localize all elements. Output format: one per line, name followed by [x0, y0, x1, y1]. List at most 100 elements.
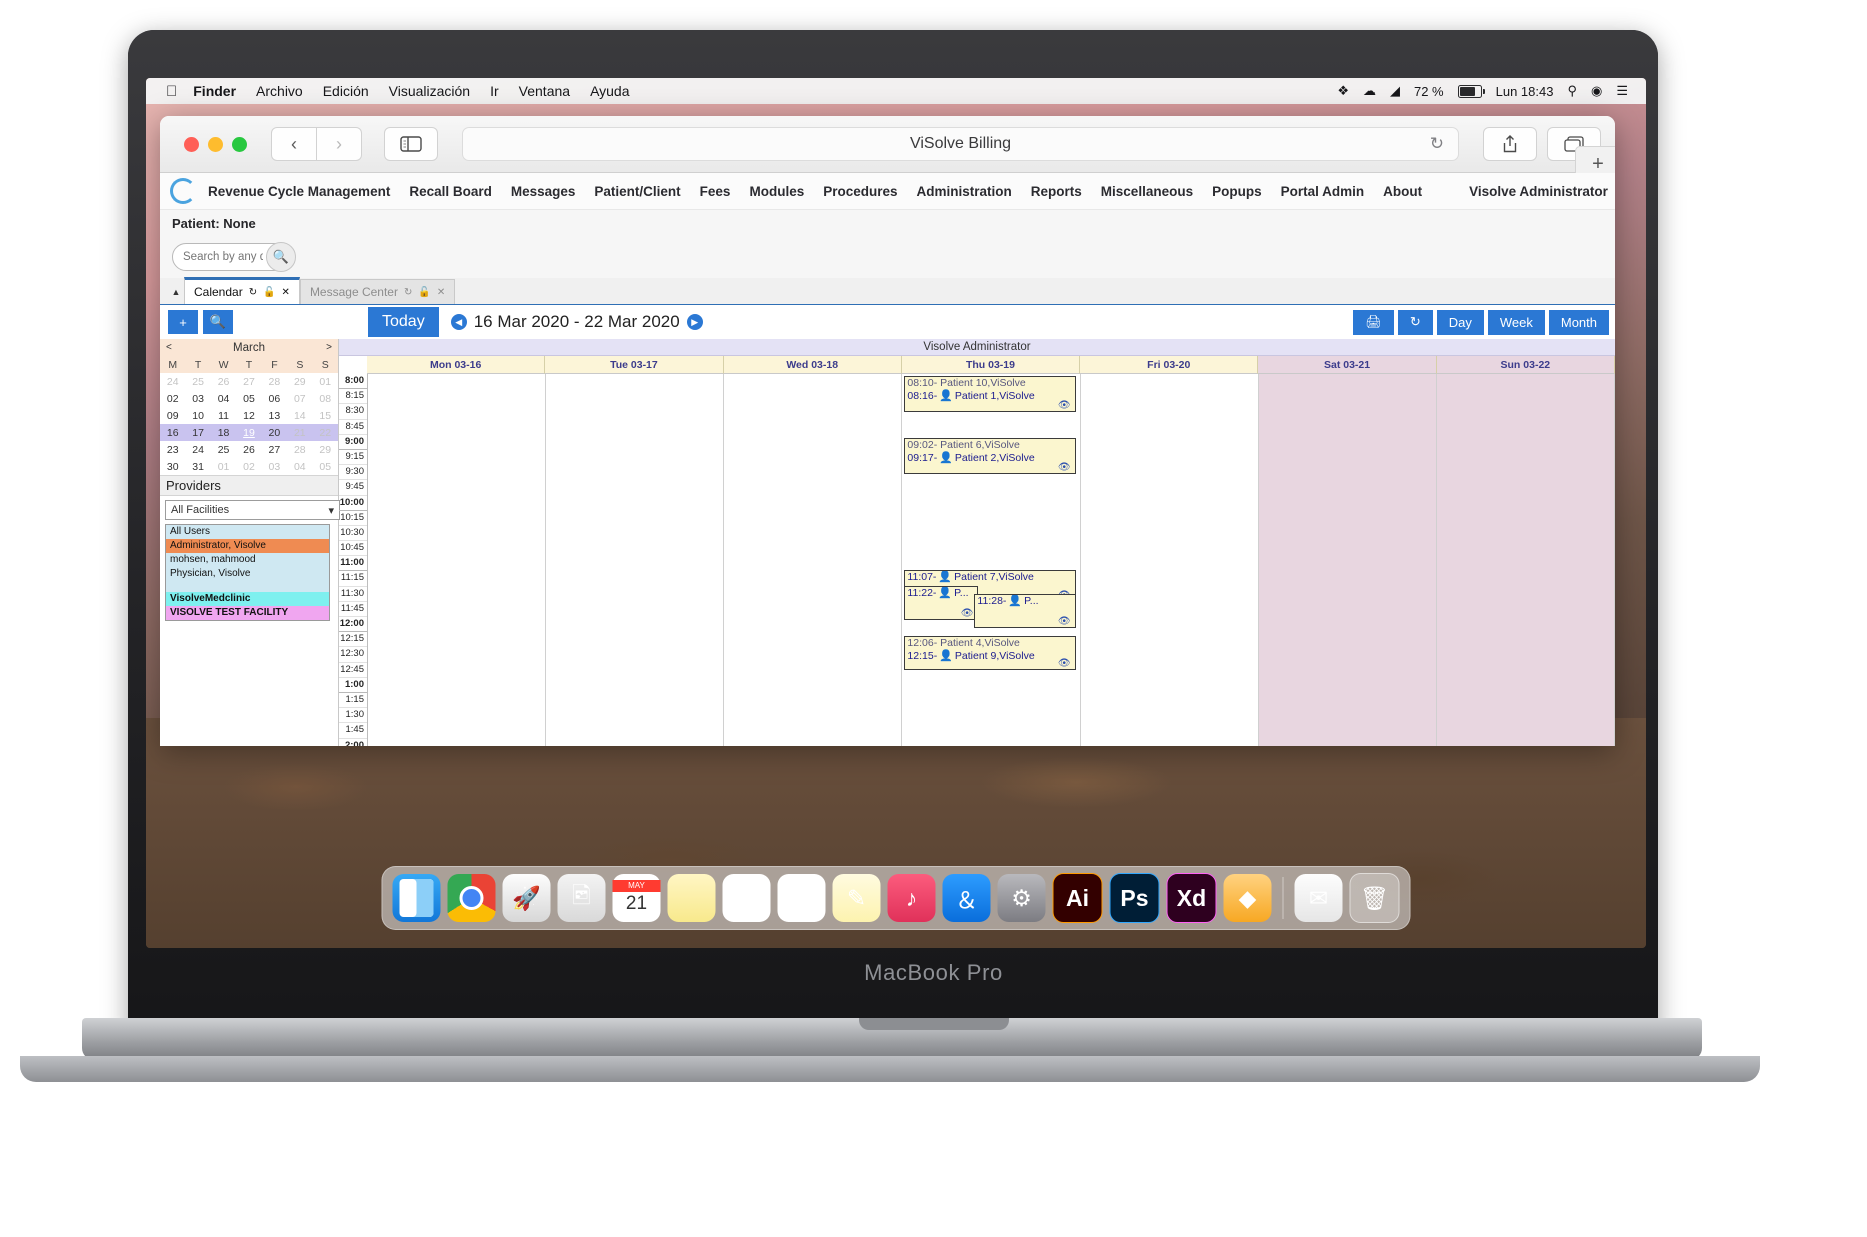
mini-cal-week-row[interactable]: 23 24 25 26 27 28 29 [160, 441, 338, 458]
tab-message-center[interactable]: Message Center ↻ 🔓 ✕ [299, 279, 456, 304]
search-appointment-button[interactable]: 🔍 [203, 310, 233, 334]
nav-portal-admin[interactable]: Portal Admin [1281, 184, 1365, 199]
caret-up-icon[interactable]: ▲ [168, 280, 184, 304]
menu-edicion[interactable]: Edición [323, 83, 369, 99]
nav-patient-client[interactable]: Patient/Client [594, 184, 680, 199]
nav-procedures[interactable]: Procedures [823, 184, 897, 199]
dock-reminders-icon[interactable]: ☰ [722, 874, 771, 922]
provider-list-item[interactable]: Administrator, Visolve [166, 539, 329, 553]
search-icon[interactable]: ⚲ [1567, 83, 1577, 99]
day-column-1[interactable] [546, 374, 725, 746]
provider-list[interactable]: All Users Administrator, Visolve mohsen, m… [165, 524, 330, 621]
search-icon[interactable]: 🔍 [266, 242, 296, 272]
nav-reports[interactable]: Reports [1031, 184, 1082, 199]
current-user-label[interactable]: Visolve Administrator [1469, 184, 1608, 199]
mini-cal-day[interactable]: 16 [160, 424, 186, 441]
menu-ayuda[interactable]: Ayuda [590, 83, 629, 99]
mini-cal-day[interactable]: 28 [262, 373, 287, 390]
mini-cal-day[interactable]: 23 [160, 441, 185, 458]
mini-cal-day[interactable]: 27 [236, 373, 261, 390]
day-header-4[interactable]: Fri 03-20 [1080, 356, 1259, 374]
mini-cal-day[interactable]: 15 [313, 407, 338, 424]
appointment-block[interactable]: 09:02- Patient 6,ViSolve 09:17- 👤 Patien… [904, 438, 1076, 474]
mini-cal-day[interactable]: 30 [160, 458, 185, 475]
appointment-block[interactable]: 11:28- 👤 P... 👁 [974, 594, 1076, 628]
nav-revenue-cycle-management[interactable]: Revenue Cycle Management [208, 184, 390, 199]
dock-chrome-icon[interactable] [447, 874, 496, 922]
dock-appstore-icon[interactable]: ＆ [942, 874, 991, 922]
print-icon[interactable]: 🖨 [1353, 309, 1394, 335]
search-input[interactable] [181, 250, 265, 264]
provider-list-item[interactable]: mohsen, mahmood [166, 553, 329, 567]
mini-cal-day[interactable]: 08 [313, 390, 338, 407]
appointment-block[interactable]: 12:06- Patient 4,ViSolve 12:15- 👤 Patien… [904, 636, 1076, 670]
nav-recall-board[interactable]: Recall Board [409, 184, 492, 199]
mini-cal-day[interactable]: 31 [185, 458, 210, 475]
mini-cal-day[interactable]: 24 [160, 373, 185, 390]
provider-list-item[interactable]: VISOLVE TEST FACILITY [166, 606, 329, 620]
mini-cal-week-row[interactable]: 24 25 26 27 28 29 01 [160, 373, 338, 390]
dock-sketch-icon[interactable]: ◆ [1223, 874, 1272, 922]
nav-fees[interactable]: Fees [700, 184, 731, 199]
mini-cal-day[interactable]: 22 [312, 424, 338, 441]
apple-icon[interactable]:  [166, 83, 177, 100]
mini-cal-day[interactable]: 02 [236, 458, 261, 475]
maximize-window-button[interactable] [232, 136, 247, 152]
mini-cal-day[interactable]: 29 [313, 441, 338, 458]
unlock-icon[interactable]: 🔓 [263, 287, 275, 298]
dropbox-icon[interactable]: ❖ [1337, 83, 1349, 99]
eye-icon[interactable]: 👁 [1058, 616, 1071, 627]
appointment-block[interactable]: 11:22- 👤 P... 👁 [904, 586, 979, 620]
mini-cal-day[interactable]: 01 [313, 373, 338, 390]
mini-cal-day[interactable]: 19 [236, 424, 262, 441]
menu-finder[interactable]: Finder [193, 83, 236, 99]
mini-cal-day[interactable]: 01 [211, 458, 236, 475]
facility-select[interactable]: All Facilities ▾ [165, 500, 340, 520]
nav-administration[interactable]: Administration [917, 184, 1012, 199]
menu-visualizacion[interactable]: Visualización [389, 83, 470, 99]
mini-cal-day[interactable]: 06 [262, 390, 287, 407]
today-button[interactable]: Today [368, 307, 439, 337]
nav-messages[interactable]: Messages [511, 184, 576, 199]
battery-icon[interactable] [1457, 84, 1485, 98]
unlock-icon[interactable]: 🔓 [418, 287, 430, 298]
day-column-6[interactable] [1436, 374, 1615, 746]
menu-archivo[interactable]: Archivo [256, 83, 303, 99]
dock-adobe-xd-icon[interactable]: Xd [1166, 873, 1217, 923]
mini-cal-day[interactable]: 07 [287, 390, 312, 407]
cloud-icon[interactable]: ☁ [1363, 83, 1376, 99]
mini-cal-day[interactable]: 28 [287, 441, 312, 458]
mini-cal-next-icon[interactable]: > [326, 342, 332, 353]
eye-icon[interactable]: 👁 [1058, 462, 1071, 473]
back-button[interactable]: ‹ [271, 127, 317, 161]
mini-cal-day[interactable]: 26 [211, 373, 236, 390]
dock-finder-icon[interactable] [392, 874, 441, 922]
day-header-2[interactable]: Wed 03-18 [723, 356, 902, 374]
siri-icon[interactable]: ◉ [1591, 83, 1602, 99]
nav-miscellaneous[interactable]: Miscellaneous [1101, 184, 1193, 199]
dock-stickies-icon[interactable]: ✎ [832, 874, 881, 922]
refresh-icon[interactable]: ↻ [1397, 309, 1433, 335]
view-day-button[interactable]: Day [1436, 309, 1484, 335]
next-arrow-icon[interactable]: ▶ [686, 314, 703, 330]
nav-popups[interactable]: Popups [1212, 184, 1262, 199]
reload-icon[interactable]: ↻ [1430, 134, 1444, 154]
dock-music-icon[interactable]: ♪ [887, 874, 936, 922]
dock-preview-icon[interactable]: 🖻 [557, 874, 606, 922]
day-header-3[interactable]: Thu 03-19 [901, 356, 1081, 374]
wifi-icon[interactable]: ◢ [1390, 83, 1400, 99]
day-header-5[interactable]: Sat 03-21 [1258, 356, 1437, 374]
day-column-4[interactable] [1080, 374, 1259, 746]
menu-ir[interactable]: Ir [490, 83, 499, 99]
mini-cal-day[interactable]: 12 [236, 407, 261, 424]
mini-cal-day[interactable]: 25 [211, 441, 236, 458]
mini-cal-day[interactable]: 26 [236, 441, 261, 458]
mini-cal-week-row[interactable]: 16 17 18 19 20 21 22 [160, 424, 338, 441]
dock-launchpad-icon[interactable]: 🚀 [502, 874, 551, 922]
mini-cal-day[interactable]: 20 [261, 424, 288, 441]
day-header-6[interactable]: Sun 03-22 [1436, 356, 1615, 374]
appointment-block[interactable]: 08:10- Patient 10,ViSolve 08:16- 👤 Patie… [904, 376, 1076, 412]
dock-trash-icon[interactable]: 🗑 [1349, 873, 1400, 923]
tab-calendar[interactable]: Calendar ↻ 🔓 ✕ [184, 277, 300, 304]
view-week-button[interactable]: Week [1487, 309, 1545, 335]
